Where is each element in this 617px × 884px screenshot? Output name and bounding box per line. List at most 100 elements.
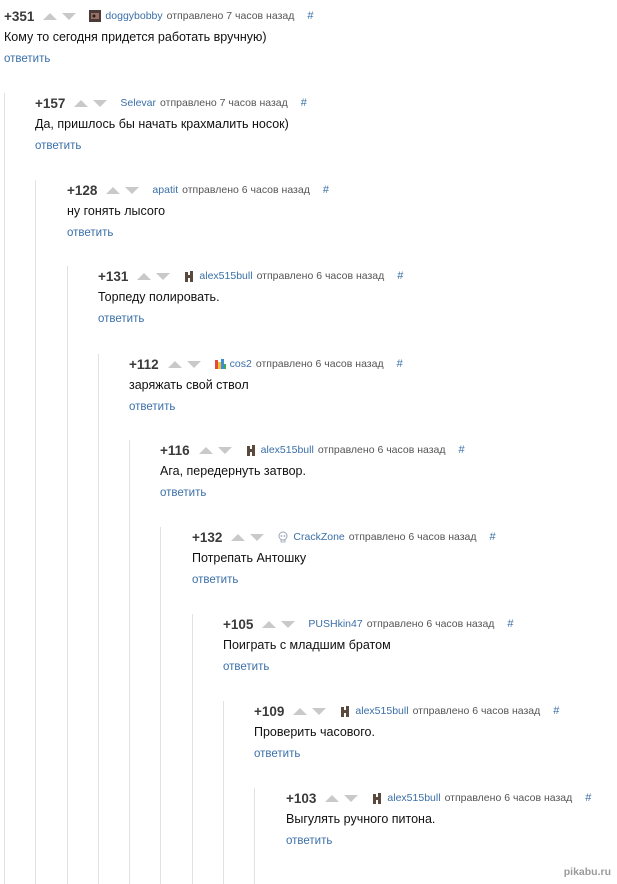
- comment-text: Выгулять ручного питона.: [286, 812, 436, 826]
- comment-header: +131 alex515bull отправлено 6 часов наза…: [98, 266, 617, 286]
- upvote-arrow-icon[interactable]: [74, 99, 89, 107]
- permalink-hash[interactable]: #: [490, 531, 496, 543]
- downvote-arrow-icon[interactable]: [125, 186, 140, 194]
- permalink-hash[interactable]: #: [397, 358, 403, 370]
- downvote-arrow-icon[interactable]: [250, 533, 265, 541]
- rating-score: +131: [98, 268, 129, 284]
- thread-rail[interactable]: [192, 614, 193, 884]
- permalink-hash[interactable]: #: [307, 10, 313, 22]
- comment-header: +116 alex515bull отправлено 6 часов наза…: [160, 440, 617, 460]
- reply-link[interactable]: ответить: [35, 140, 81, 152]
- reply-link[interactable]: ответить: [67, 227, 113, 239]
- rating-score: +109: [254, 703, 285, 719]
- upvote-arrow-icon[interactable]: [167, 360, 182, 368]
- watermark: pikabu.ru: [563, 866, 611, 878]
- downvote-arrow-icon[interactable]: [217, 446, 232, 454]
- rating-score: +112: [129, 356, 159, 372]
- rating-score: +157: [35, 95, 66, 111]
- downvote-arrow-icon[interactable]: [93, 99, 108, 107]
- timestamp: отправлено 6 часов назад: [317, 444, 446, 456]
- username-link[interactable]: CrackZone: [293, 531, 344, 543]
- permalink-hash[interactable]: #: [553, 705, 559, 717]
- comment-header: +128 apatit отправлено 6 часов назад #: [67, 180, 617, 200]
- username-link[interactable]: alex515bull: [199, 270, 252, 282]
- comment-header: +132 CrackZone отправлено 6 часов назад …: [192, 527, 617, 547]
- user-avatar-icon[interactable]: [89, 10, 102, 22]
- thread-rail[interactable]: [254, 788, 255, 884]
- comment-header: +157 Selevar отправлено 7 часов назад #: [35, 93, 617, 113]
- username-link[interactable]: alex515bull: [387, 792, 440, 804]
- downvote-arrow-icon[interactable]: [281, 620, 296, 628]
- permalink-hash[interactable]: #: [507, 618, 513, 630]
- comment-text: Торпеду полировать.: [98, 290, 220, 304]
- upvote-arrow-icon[interactable]: [106, 186, 121, 194]
- rating-score: +132: [192, 529, 223, 545]
- reply-link[interactable]: ответить: [223, 661, 269, 673]
- rating-score: +105: [223, 616, 254, 632]
- thread-rail[interactable]: [129, 440, 130, 884]
- thread-rail[interactable]: [4, 93, 5, 884]
- rating-score: +116: [160, 442, 190, 458]
- comment-text: ну гонять лысого: [67, 204, 166, 218]
- rating-score: +351: [4, 8, 35, 24]
- permalink-hash[interactable]: #: [301, 97, 307, 109]
- username-link[interactable]: cos2: [230, 358, 252, 370]
- username-link[interactable]: PUSHkin47: [308, 618, 362, 630]
- timestamp: отправлено 6 часов назад: [348, 531, 477, 543]
- upvote-arrow-icon[interactable]: [198, 446, 213, 454]
- horse-avatar-icon[interactable]: [183, 270, 196, 282]
- reply-link[interactable]: ответить: [254, 748, 300, 760]
- username-link[interactable]: Selevar: [120, 97, 156, 109]
- downvote-arrow-icon[interactable]: [312, 707, 327, 715]
- permalink-hash[interactable]: #: [585, 792, 591, 804]
- reply-link[interactable]: ответить: [129, 401, 175, 413]
- downvote-arrow-icon[interactable]: [344, 794, 359, 802]
- upvote-arrow-icon[interactable]: [137, 272, 152, 280]
- thread-rail[interactable]: [223, 701, 224, 884]
- reply-link[interactable]: ответить: [4, 53, 50, 65]
- timestamp: отправлено 7 часов назад: [160, 97, 288, 109]
- downvote-arrow-icon[interactable]: [156, 272, 171, 280]
- upvote-arrow-icon[interactable]: [231, 533, 246, 541]
- upvote-arrow-icon[interactable]: [262, 620, 277, 628]
- timestamp: отправлено 6 часов назад: [256, 270, 385, 282]
- timestamp: отправлено 6 часов назад: [182, 184, 310, 196]
- reply-link[interactable]: ответить: [160, 487, 206, 499]
- upvote-arrow-icon[interactable]: [325, 794, 340, 802]
- horse-avatar-icon[interactable]: [371, 792, 384, 804]
- upvote-arrow-icon[interactable]: [43, 12, 58, 20]
- skull-avatar-icon[interactable]: [277, 531, 290, 543]
- horse-avatar-icon[interactable]: [244, 444, 257, 456]
- horse-avatar-icon[interactable]: [339, 705, 352, 717]
- thread-rail[interactable]: [98, 354, 99, 884]
- thread-rail[interactable]: [35, 180, 36, 884]
- permalink-hash[interactable]: #: [397, 270, 403, 282]
- reply-link[interactable]: ответить: [286, 835, 332, 847]
- thread-rail[interactable]: [160, 527, 161, 884]
- comment-thread-page: { "comments": [ {"score":"+351","user":"…: [0, 0, 617, 884]
- timestamp: отправлено 6 часов назад: [255, 358, 384, 370]
- downvote-arrow-icon[interactable]: [186, 360, 201, 368]
- comment-header: +103 alex515bull отправлено 6 часов наза…: [286, 788, 617, 808]
- comment-text: Потрепать Антошку: [192, 551, 307, 565]
- comment-text: Ага, передернуть затвор.: [160, 464, 306, 478]
- reply-link[interactable]: ответить: [192, 574, 238, 586]
- downvote-arrow-icon[interactable]: [62, 12, 77, 20]
- comment-text: Проверить часового.: [254, 725, 375, 739]
- comment-header: +105 PUSHkin47 отправлено 6 часов назад …: [223, 614, 617, 634]
- username-link[interactable]: alex515bull: [261, 444, 314, 456]
- permalink-hash[interactable]: #: [323, 184, 329, 196]
- timestamp: отправлено 6 часов назад: [366, 618, 495, 630]
- colorful-avatar-icon[interactable]: [213, 358, 226, 370]
- comment-header: +112 cos2 отправлено 6 часов назад #: [129, 354, 617, 374]
- rating-score: +128: [67, 182, 98, 198]
- username-link[interactable]: apatit: [152, 184, 178, 196]
- timestamp: отправлено 6 часов назад: [412, 705, 541, 717]
- permalink-hash[interactable]: #: [459, 444, 465, 456]
- comment-text: заряжать свой ствол: [129, 378, 249, 392]
- thread-rail[interactable]: [67, 266, 68, 884]
- upvote-arrow-icon[interactable]: [293, 707, 308, 715]
- reply-link[interactable]: ответить: [98, 313, 144, 325]
- username-link[interactable]: doggybobby: [105, 10, 162, 22]
- username-link[interactable]: alex515bull: [355, 705, 408, 717]
